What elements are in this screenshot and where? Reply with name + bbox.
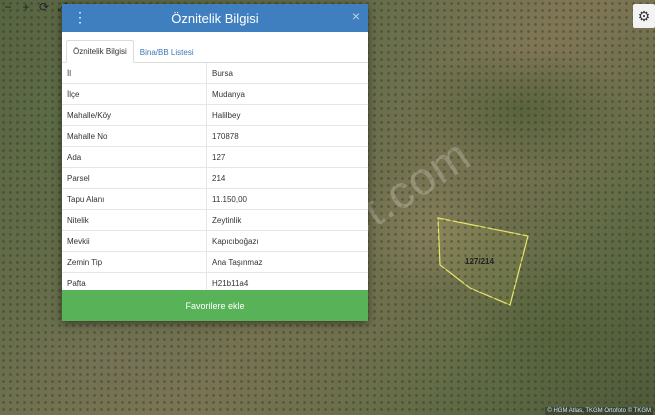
attribute-key: Mevkii (62, 230, 207, 252)
attribute-value: 214 (206, 167, 368, 189)
attribute-value: 11.150,00 (206, 188, 368, 210)
attribute-value: 127 (206, 146, 368, 168)
table-row: Mahalle/Köy Halilbey (62, 104, 368, 126)
table-row: Mevkii Kapıcıboğazı (62, 230, 368, 252)
attribute-key: İl (62, 63, 207, 84)
add-to-favorites-button[interactable]: Favorilere ekle (62, 290, 368, 321)
parcel-boundary[interactable] (437, 217, 529, 306)
table-row: Zemin Tip Ana Taşınmaz (62, 251, 368, 273)
attribute-info-dialog: ⋮ Öznitelik Bilgisi × Öznitelik Bilgisi … (62, 4, 368, 321)
tab-attribute-info[interactable]: Öznitelik Bilgisi (66, 40, 134, 63)
attribute-value: Zeytinlik (206, 209, 368, 231)
attribute-key: Tapu Alanı (62, 188, 207, 210)
dialog-header: ⋮ Öznitelik Bilgisi × (62, 4, 368, 32)
attribute-key: Parsel (62, 167, 207, 189)
attribute-key: Zemin Tip (62, 251, 207, 273)
parcel-label: 127/214 (465, 257, 494, 266)
zoom-in-button[interactable]: + (18, 0, 34, 14)
attribute-key: Mahalle/Köy (62, 104, 207, 126)
gear-icon: ⚙ (637, 7, 651, 24)
attribute-key: İlçe (62, 83, 207, 105)
close-icon[interactable]: × (352, 8, 360, 24)
table-row: Mahalle No 170878 (62, 125, 368, 147)
attribute-table: İl Bursa İlçe Mudanya Mahalle/Köy Halilbey Mah… (62, 63, 368, 294)
vertical-dots-icon[interactable]: ⋮ (73, 9, 87, 25)
attribute-value: Kapıcıboğazı (206, 230, 368, 252)
attribute-value: Halilbey (206, 104, 368, 126)
table-row: Tapu Alanı 11.150,00 (62, 188, 368, 210)
table-row: İlçe Mudanya (62, 83, 368, 105)
attribute-value: Bursa (206, 63, 368, 84)
settings-button[interactable]: ⚙ (633, 4, 655, 28)
refresh-button[interactable]: ⟳ (36, 0, 52, 14)
tab-building-list[interactable]: Bina/BB Listesi (134, 42, 200, 63)
dialog-title: Öznitelik Bilgisi (171, 10, 259, 26)
attribute-key: Ada (62, 146, 207, 168)
attribute-value: 170878 (206, 125, 368, 147)
table-row: İl Bursa (62, 63, 368, 84)
dialog-tabs: Öznitelik Bilgisi Bina/BB Listesi (62, 32, 368, 63)
map-controls: − + ⟳ ⤢ (0, 0, 70, 14)
attribute-key: Mahalle No (62, 125, 207, 147)
attribute-key: Nitelik (62, 209, 207, 231)
map-attribution: © HGM Atlas, TKGM Ortofoto © TKGM (545, 407, 653, 415)
table-row: Ada 127 (62, 146, 368, 168)
table-row: Parsel 214 (62, 167, 368, 189)
zoom-out-button[interactable]: − (0, 0, 16, 14)
attribute-value: Mudanya (206, 83, 368, 105)
attribute-value: Ana Taşınmaz (206, 251, 368, 273)
table-row: Nitelik Zeytinlik (62, 209, 368, 231)
